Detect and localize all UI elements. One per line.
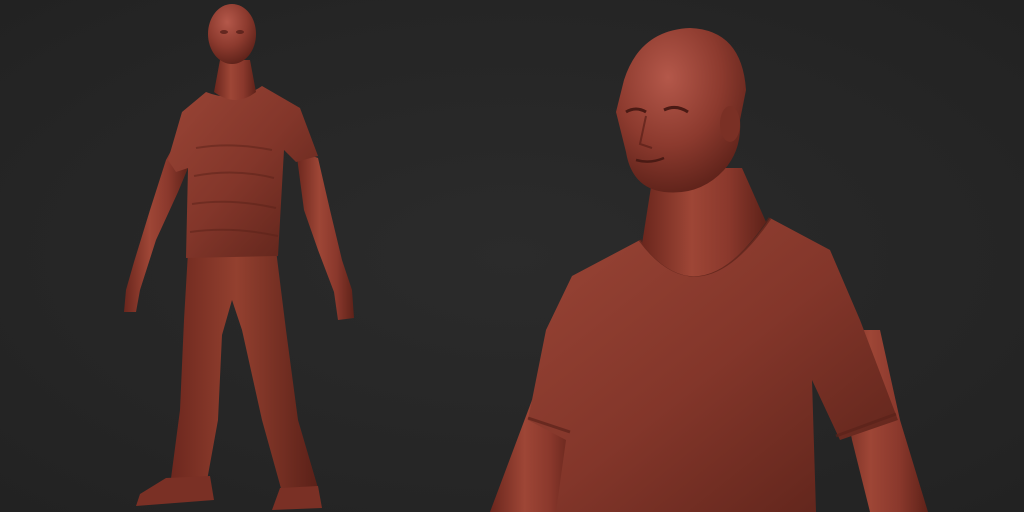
head	[208, 4, 256, 64]
eye-left-icon	[220, 30, 228, 34]
right-shoe	[272, 486, 322, 510]
right-arm	[296, 150, 354, 320]
bust-closeup-figure	[490, 28, 928, 512]
neck	[214, 60, 256, 100]
eye-right-icon	[236, 30, 244, 34]
bust-ear-icon	[720, 106, 740, 142]
full-body-figure	[124, 4, 354, 510]
sculpt-render-canvas	[0, 0, 1024, 512]
left-shoe	[136, 476, 214, 506]
render-svg	[124, 4, 928, 512]
pants	[170, 250, 318, 492]
